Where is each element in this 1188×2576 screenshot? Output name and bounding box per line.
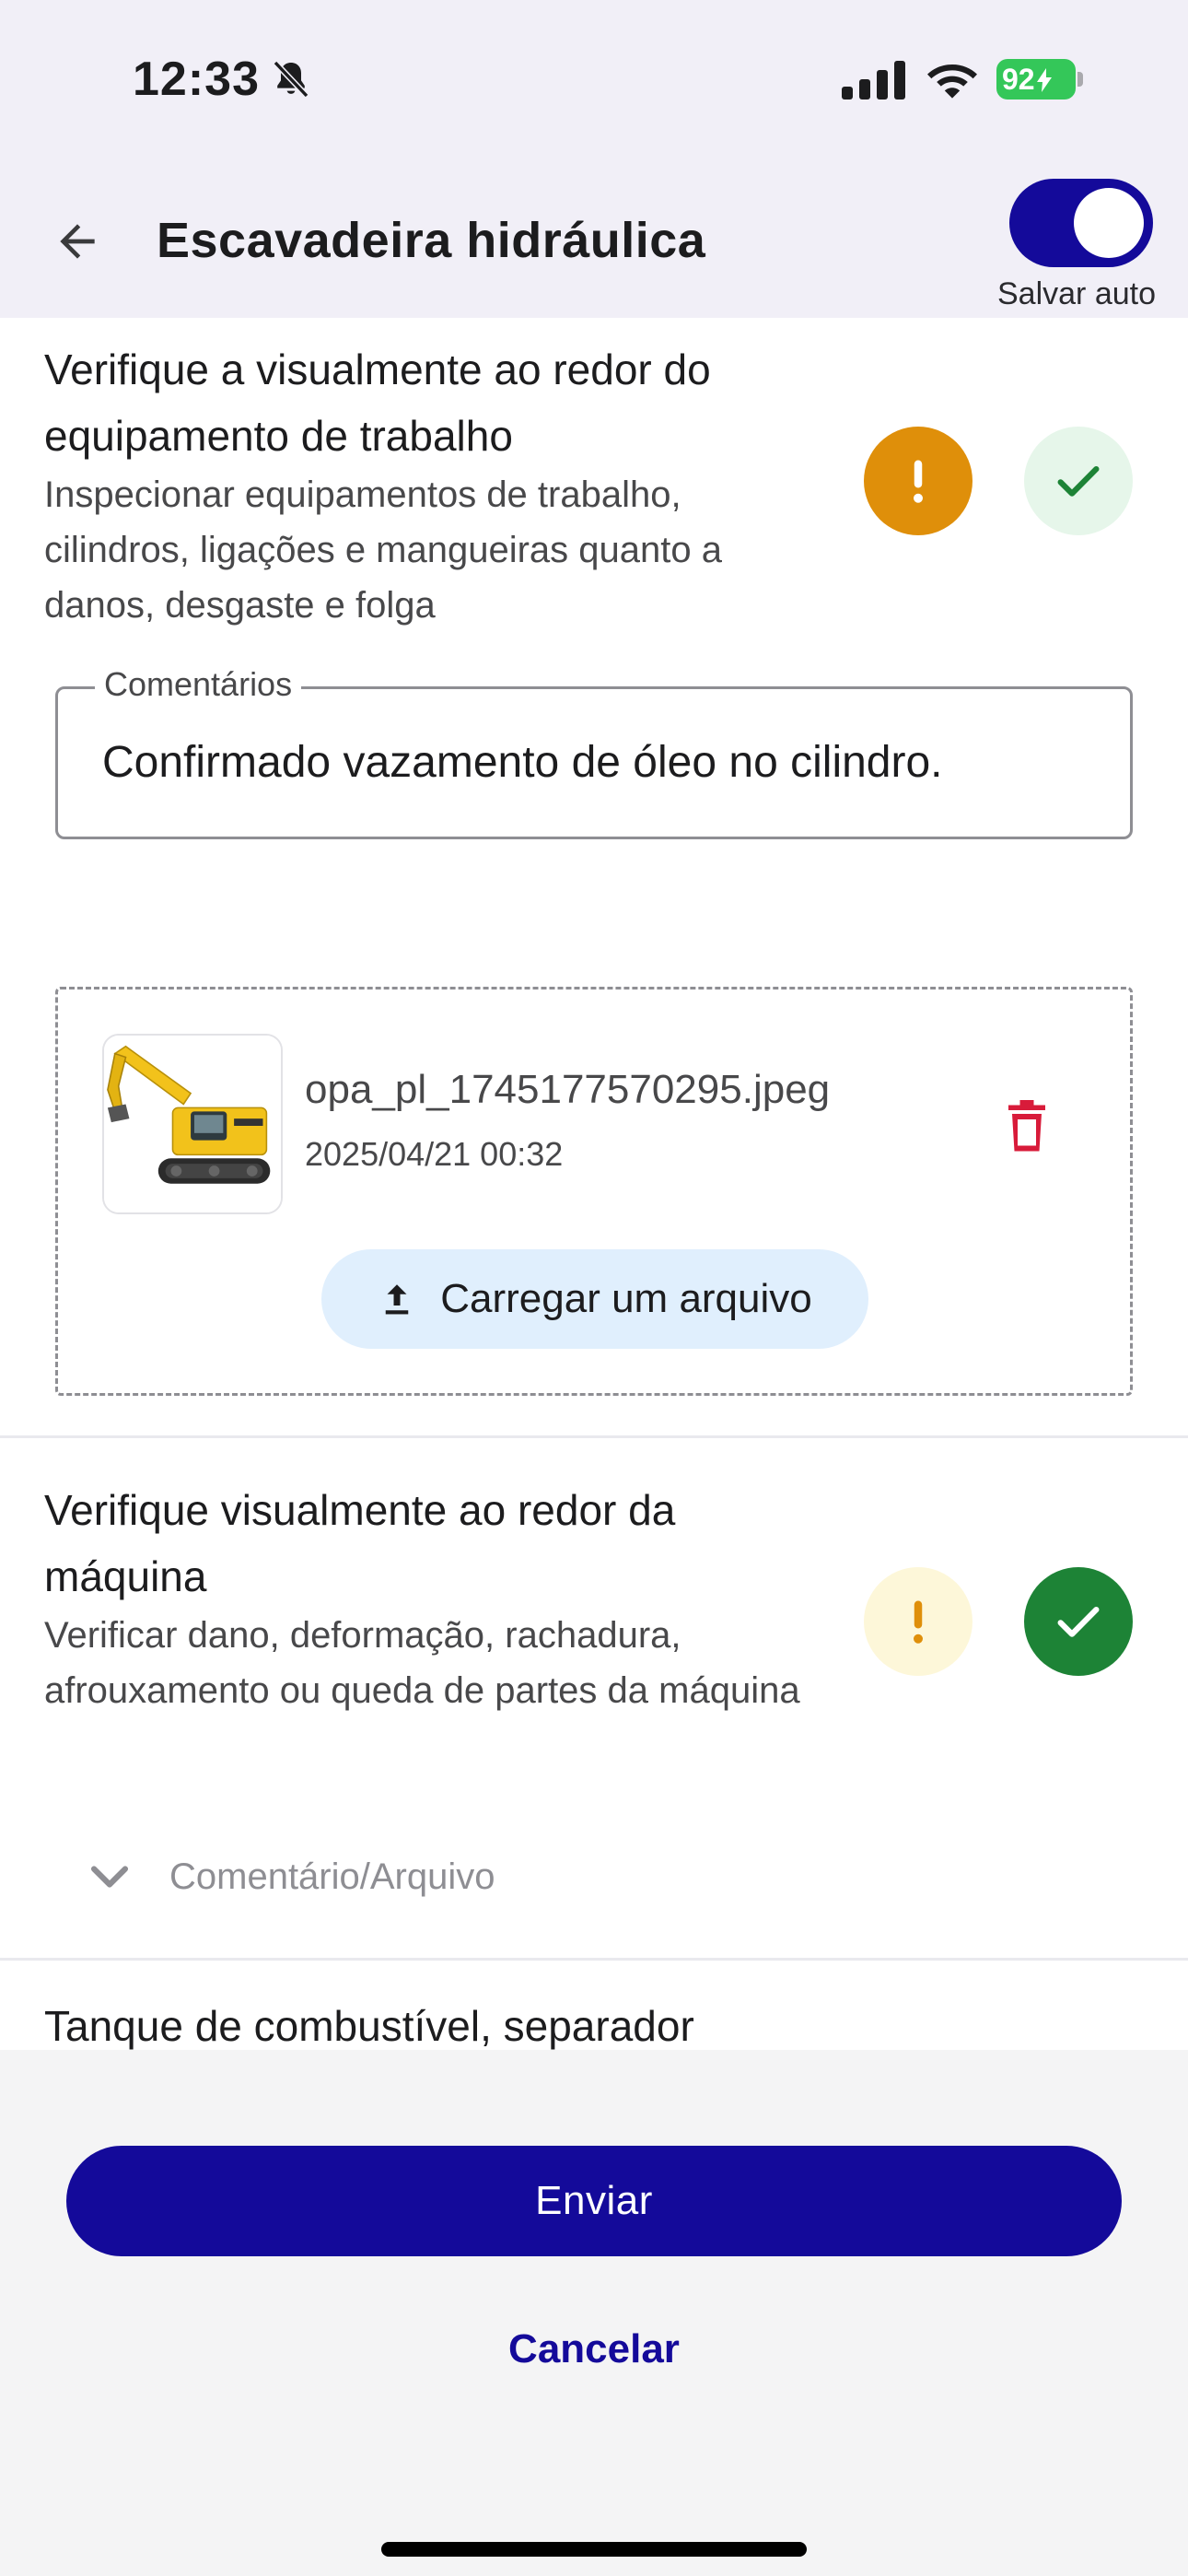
battery-level: 92: [1002, 63, 1035, 96]
upload-icon: [386, 1284, 409, 1315]
checklist-content[interactable]: Verifique a visualmente ao redor do equi…: [0, 318, 1188, 2050]
attachment-date: 2025/04/21 00:32: [305, 1135, 564, 1173]
app-bar: Escavadeira hidráulica Salvar auto: [0, 157, 1188, 318]
comment-value[interactable]: Confirmado vazamento de óleo no cilindro…: [102, 737, 943, 788]
battery-charging-icon: 92: [996, 59, 1083, 100]
divider: [0, 1435, 1188, 1438]
check-icon: [1057, 1606, 1100, 1637]
bottom-actions: Enviar Cancelar: [0, 2050, 1188, 2576]
warning-button[interactable]: [864, 427, 973, 535]
home-indicator[interactable]: [381, 2542, 807, 2557]
ok-button[interactable]: [1024, 1567, 1133, 1676]
ok-button[interactable]: [1024, 427, 1133, 535]
delete-attachment-button[interactable]: [997, 1093, 1056, 1159]
back-button[interactable]: [44, 208, 111, 275]
comment-file-expander[interactable]: Comentário/Arquivo: [83, 1840, 495, 1914]
upload-file-button[interactable]: Carregar um arquivo: [321, 1249, 868, 1349]
item-title: Verifique visualmente ao redor da máquin…: [44, 1486, 676, 1600]
status-time: 12:33: [133, 53, 260, 106]
item-title: Tanque de combustível, separador: [44, 2002, 694, 2050]
wifi-icon: [927, 64, 977, 99]
upload-label: Carregar um arquivo: [440, 1276, 812, 1321]
chevron-down-icon: [90, 1866, 129, 1888]
check-icon: [1057, 465, 1100, 497]
attachment-thumbnail[interactable]: [102, 1034, 283, 1214]
attachment-file-name: opa_pl_1745177570295.jpeg: [305, 1067, 831, 1112]
status-bar: 12:33 92: [0, 0, 1188, 157]
cancel-button[interactable]: Cancelar: [410, 2308, 778, 2391]
trash-icon: [1008, 1100, 1045, 1152]
divider: [0, 1958, 1188, 1961]
warning-button[interactable]: [864, 1567, 973, 1676]
exclamation-icon: [914, 1600, 923, 1644]
item-description: Verificar dano, deformação, rachadura, a…: [44, 1615, 800, 1711]
signal-icon: [842, 61, 905, 100]
page-title: Escavadeira hidráulica: [157, 213, 706, 268]
auto-save-toggle[interactable]: [1009, 179, 1153, 267]
expand-label: Comentário/Arquivo: [169, 1856, 495, 1897]
item-title: Verifique a visualmente ao redor do equi…: [44, 345, 711, 460]
submit-button[interactable]: Enviar: [66, 2146, 1122, 2256]
attachment-dropzone[interactable]: opa_pl_1745177570295.jpeg 2025/04/21 00:…: [55, 987, 1133, 1396]
auto-save-label: Salvar auto: [997, 276, 1156, 311]
excavator-image: [104, 1036, 281, 1212]
item-description: Inspecionar equipamentos de trabalho, ci…: [44, 474, 722, 626]
bell-off-icon: [273, 60, 309, 99]
comment-label: Comentários: [95, 665, 302, 704]
exclamation-icon: [914, 460, 923, 503]
arrow-left-icon: [60, 224, 95, 259]
toggle-knob: [1074, 188, 1144, 258]
comment-field[interactable]: Comentários Confirmado vazamento de óleo…: [55, 665, 1133, 839]
